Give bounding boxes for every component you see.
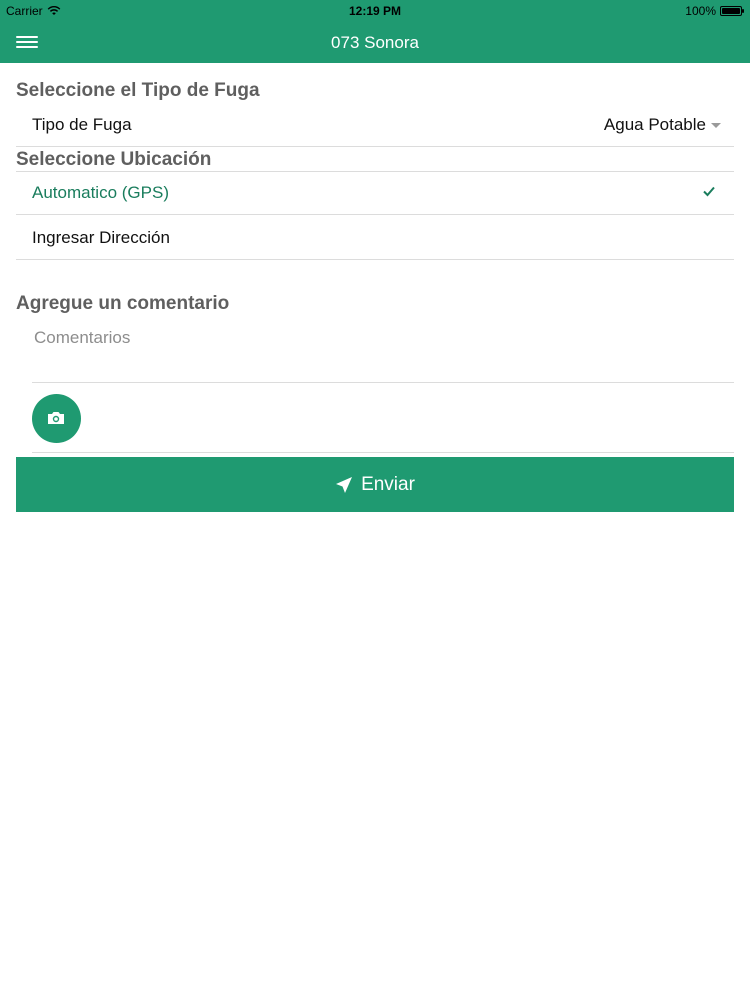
paper-plane-icon: [336, 476, 353, 493]
top-bar: Carrier 12:19 PM 100% 073 Sonora: [0, 0, 750, 63]
checkmark-icon: [703, 186, 715, 197]
leak-type-selector[interactable]: Tipo de Fuga Agua Potable: [16, 103, 734, 147]
leak-type-label: Tipo de Fuga: [32, 114, 132, 134]
comment-input[interactable]: Comentarios: [32, 322, 734, 383]
battery-fill: [722, 8, 740, 14]
location-option-address[interactable]: Ingresar Dirección: [16, 216, 734, 260]
battery-icon: [720, 6, 744, 16]
camera-button[interactable]: [32, 394, 81, 443]
attachment-row: [32, 383, 734, 453]
send-button[interactable]: Enviar: [16, 457, 734, 512]
comment-placeholder: Comentarios: [34, 328, 131, 347]
status-time: 12:19 PM: [348, 4, 402, 18]
status-bar: Carrier 12:19 PM 100%: [0, 0, 750, 22]
battery-indicator: 100%: [685, 4, 744, 18]
leak-type-value: Agua Potable: [603, 114, 706, 134]
battery-percent: 100%: [685, 4, 716, 18]
location-option-gps[interactable]: Automatico (GPS): [16, 171, 734, 215]
camera-icon: [48, 412, 64, 424]
location-section-title: Seleccione Ubicación: [16, 149, 212, 170]
page-title: 073 Sonora: [331, 32, 419, 52]
location-option-label: Ingresar Dirección: [32, 227, 170, 247]
hamburger-menu-icon[interactable]: [16, 33, 38, 51]
leak-type-section-title: Seleccione el Tipo de Fuga: [16, 80, 260, 101]
send-button-label: Enviar: [361, 473, 415, 495]
comment-section-title: Agregue un comentario: [16, 293, 230, 314]
navigation-bar: 073 Sonora: [0, 22, 750, 63]
location-option-label: Automatico (GPS): [32, 183, 169, 202]
dropdown-caret-icon: [711, 123, 721, 128]
